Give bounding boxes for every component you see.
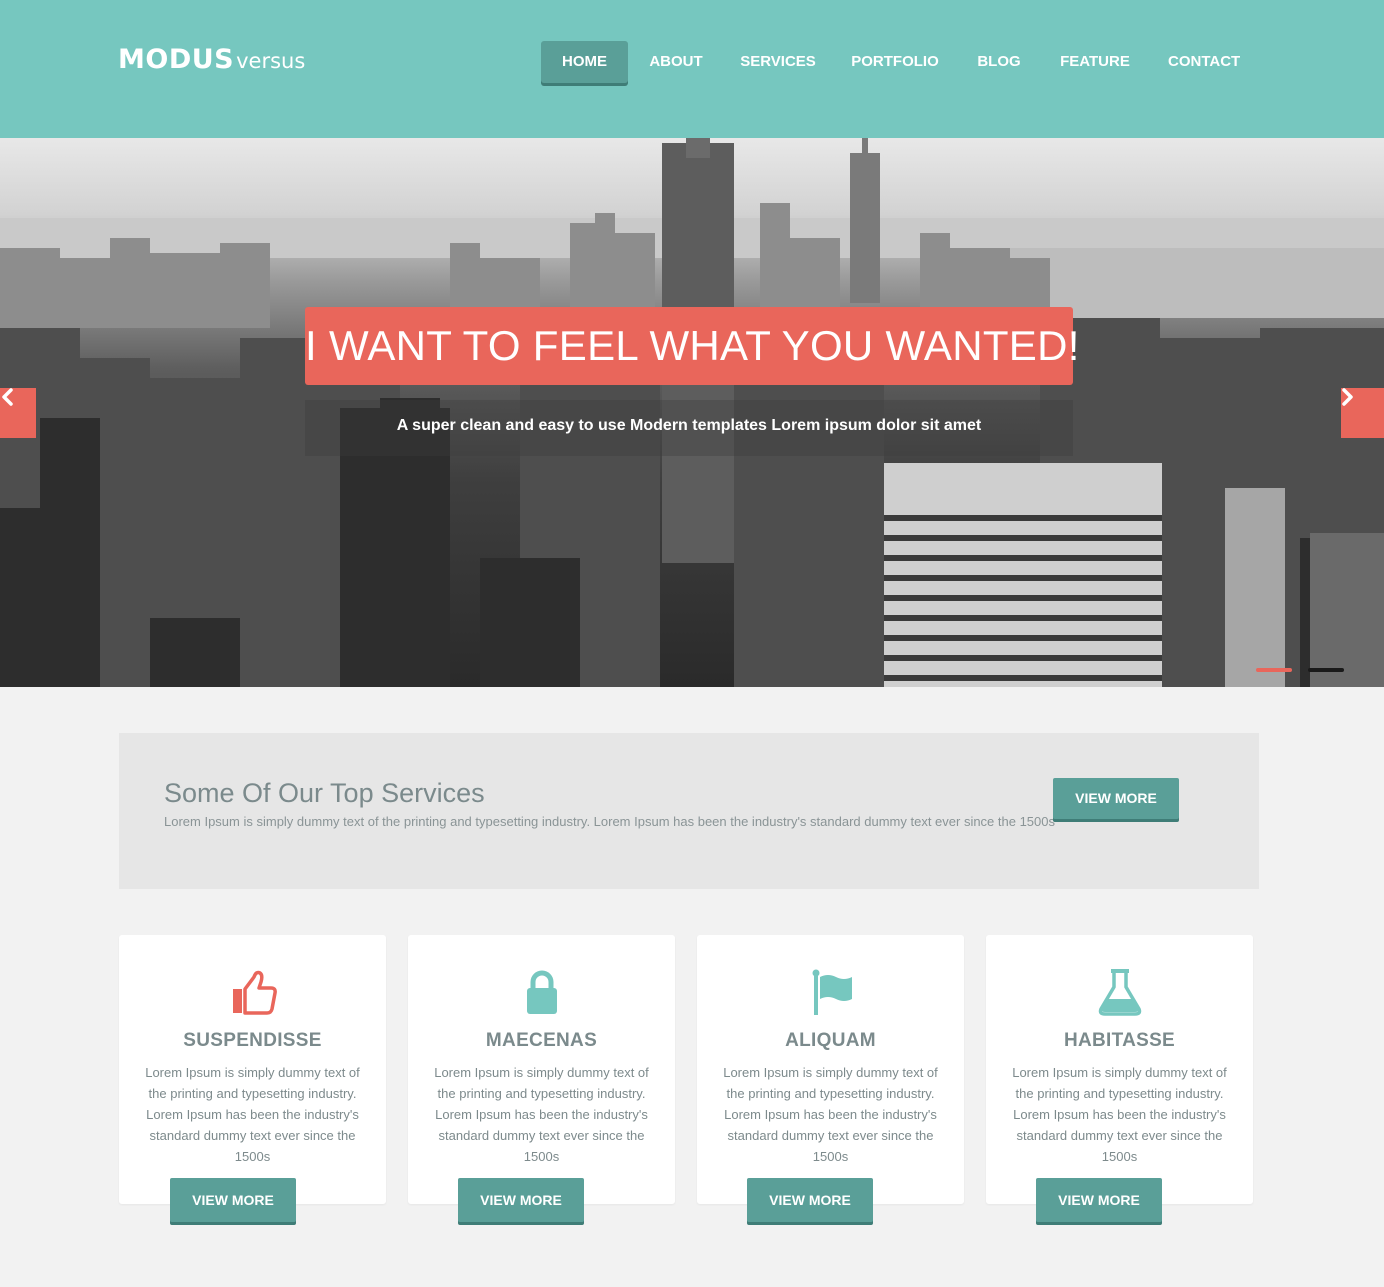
slider-next-button[interactable] xyxy=(1341,388,1384,438)
chevron-right-icon xyxy=(1342,388,1353,406)
services-title: Some Of Our Top Services xyxy=(164,778,485,808)
chevron-left-icon xyxy=(2,388,13,406)
nav-item-about[interactable]: ABOUT xyxy=(642,41,710,83)
logo-bold-text: MODUS xyxy=(118,44,235,75)
slider-prev-button[interactable] xyxy=(0,388,36,438)
thumbs-up-icon xyxy=(232,970,277,1015)
hero-title: I WANT TO FEEL WHAT YOU WANTED! xyxy=(305,307,1079,385)
card-text: Lorem Ipsum is simply dummy text of the … xyxy=(723,1065,938,1164)
site-header: MODUSversus HOME ABOUT SERVICES PORTFOLI… xyxy=(0,0,1384,138)
card-text: Lorem Ipsum is simply dummy text of the … xyxy=(145,1065,360,1164)
slider-dot-1[interactable] xyxy=(1256,668,1292,672)
card-title: HABITASSE xyxy=(1063,1030,1176,1051)
nav-item-contact[interactable]: CONTACT xyxy=(1168,41,1240,83)
hero-subtitle: A super clean and easy to use Modern tem… xyxy=(396,417,982,434)
card-view-more-button[interactable]: VIEW MORE xyxy=(458,1178,584,1222)
card-view-more-button[interactable]: VIEW MORE xyxy=(747,1178,873,1222)
service-card: HABITASSE Lorem Ipsum is simply dummy te… xyxy=(986,935,1253,1222)
card-title: SUSPENDISSE xyxy=(183,1030,322,1051)
nav-item-feature[interactable]: FEATURE xyxy=(1059,41,1131,83)
nav-item-services[interactable]: SERVICES xyxy=(738,41,818,83)
top-services-banner: Some Of Our Top Services Lorem Ipsum is … xyxy=(119,733,1259,889)
service-card: SUSPENDISSE Lorem Ipsum is simply dummy … xyxy=(119,935,386,1222)
services-description: Lorem Ipsum is simply dummy text of the … xyxy=(164,814,1056,829)
nav-item-home[interactable]: HOME xyxy=(541,41,628,83)
services-view-more-button[interactable]: VIEW MORE xyxy=(1053,778,1179,819)
service-card: ALIQUAM Lorem Ipsum is simply dummy text… xyxy=(697,935,964,1222)
card-text: Lorem Ipsum is simply dummy text of the … xyxy=(1012,1065,1227,1164)
logo-light-text: versus xyxy=(236,49,306,73)
nav-item-portfolio[interactable]: PORTFOLIO xyxy=(849,41,941,83)
nav-item-blog[interactable]: BLOG xyxy=(974,41,1024,83)
flask-icon xyxy=(1098,969,1141,1016)
slider-dot-2[interactable] xyxy=(1308,668,1344,672)
logo[interactable]: MODUSversus xyxy=(118,44,305,75)
card-view-more-button[interactable]: VIEW MORE xyxy=(1036,1178,1162,1222)
lock-icon xyxy=(526,970,557,1014)
flag-icon xyxy=(812,969,852,1015)
card-title: ALIQUAM xyxy=(785,1030,876,1051)
card-view-more-button[interactable]: VIEW MORE xyxy=(170,1178,296,1222)
hero-slider: I WANT TO FEEL WHAT YOU WANTED! A super … xyxy=(0,138,1384,687)
card-title: MAECENAS xyxy=(485,1030,598,1051)
service-card: MAECENAS Lorem Ipsum is simply dummy tex… xyxy=(408,935,675,1222)
card-text: Lorem Ipsum is simply dummy text of the … xyxy=(434,1065,649,1164)
